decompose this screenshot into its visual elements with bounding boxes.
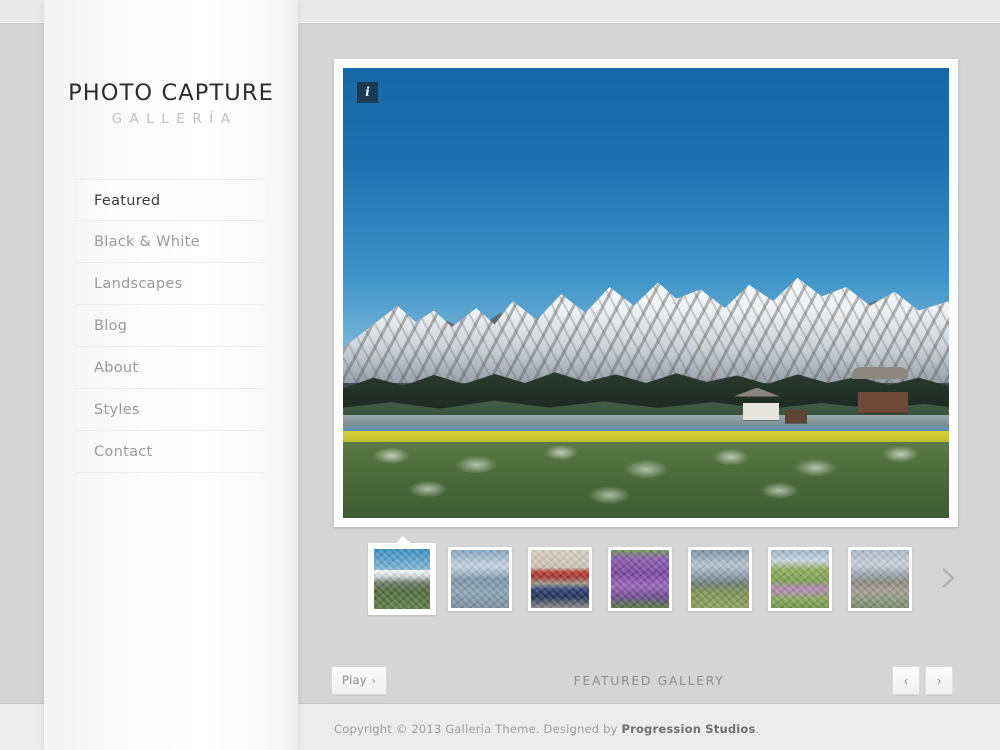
- thumbnail-item[interactable]: [448, 547, 512, 611]
- thumbnail-image-purple-flowers: [611, 550, 669, 608]
- thumbnail-item[interactable]: [848, 547, 912, 611]
- sidebar-item-label: Contact: [94, 444, 153, 460]
- photo-white-house: [742, 403, 779, 421]
- thumbnail-texture: [451, 550, 509, 608]
- thumbnail-image-plains-storm: [691, 550, 749, 608]
- sidebar-item-label: Black & White: [94, 234, 200, 250]
- copyright-suffix: .: [755, 722, 760, 736]
- sidebar-item-styles[interactable]: Styles: [75, 389, 265, 431]
- sidebar-item-landscapes[interactable]: Landscapes: [75, 263, 265, 305]
- thumbnail-image-lake-clouds: [451, 550, 509, 608]
- sidebar-item-contact[interactable]: Contact: [75, 431, 265, 473]
- sidebar: PHOTO CAPTURE GALLERÍA Featured Black & …: [44, 0, 298, 750]
- photo-sagebrush-field: [343, 441, 949, 518]
- sidebar-item-about[interactable]: About: [75, 347, 265, 389]
- photo-large-barn-roof: [852, 367, 909, 380]
- sidebar-item-blog[interactable]: Blog: [75, 305, 265, 347]
- thumbnail-texture: [611, 550, 669, 608]
- next-slide-button[interactable]: ›: [925, 666, 953, 695]
- thumbnail-texture: [691, 550, 749, 608]
- thumbnail-texture: [771, 550, 829, 608]
- thumbnail-image-street-red-awning-blue-car: [531, 550, 589, 608]
- footer-copyright: Copyright © 2013 Galleria Theme. Designe…: [334, 722, 759, 736]
- thumbnail-strip: [368, 536, 968, 615]
- sidebar-item-black-and-white[interactable]: Black & White: [75, 221, 265, 263]
- thumbnail-item[interactable]: [368, 536, 436, 615]
- sidebar-item-label: Blog: [94, 318, 128, 334]
- logo-primary-text: PHOTO CAPTURE: [68, 80, 274, 106]
- sidebar-item-label: Landscapes: [94, 276, 183, 292]
- logo-secondary-text: GALLERÍA: [111, 110, 238, 127]
- main-navigation: Featured Black & White Landscapes Blog A…: [75, 179, 265, 473]
- site-logo[interactable]: PHOTO CAPTURE GALLERÍA: [44, 82, 298, 126]
- main-photo[interactable]: i: [343, 68, 949, 518]
- thumbnail-item[interactable]: [688, 547, 752, 611]
- main-photo-frame: i: [334, 59, 958, 527]
- designer-link[interactable]: Progression Studios: [621, 722, 755, 736]
- thumbnail-texture: [851, 550, 909, 608]
- active-thumbnail-pointer: [396, 536, 410, 543]
- sidebar-item-label: Styles: [94, 402, 140, 418]
- thumbnail-item[interactable]: [608, 547, 672, 611]
- thumbnail-image-wildflower-meadow: [771, 550, 829, 608]
- thumbnails-next-icon[interactable]: [936, 561, 960, 595]
- thumbnail-image-teton-mountains: [374, 549, 430, 609]
- sidebar-item-featured[interactable]: Featured: [75, 179, 265, 221]
- photo-small-barn: [785, 410, 808, 423]
- sidebar-item-label: About: [94, 360, 139, 376]
- sidebar-item-label: Featured: [94, 193, 161, 209]
- thumbnail-image-bare-trees-snow: [851, 550, 909, 608]
- photo-large-barn: [858, 392, 909, 413]
- prev-slide-button[interactable]: ‹: [892, 666, 920, 695]
- thumbnail-item[interactable]: [528, 547, 592, 611]
- thumbnail-texture: [374, 549, 430, 609]
- info-icon[interactable]: i: [357, 82, 378, 103]
- chevron-right-icon: [942, 568, 955, 588]
- copyright-prefix: Copyright © 2013 Galleria Theme. Designe…: [334, 722, 622, 736]
- content-area: i Play › FEATURED GALLERY ‹ ›: [298, 25, 1000, 703]
- thumbnail-texture: [531, 550, 589, 608]
- thumbnail-item[interactable]: [768, 547, 832, 611]
